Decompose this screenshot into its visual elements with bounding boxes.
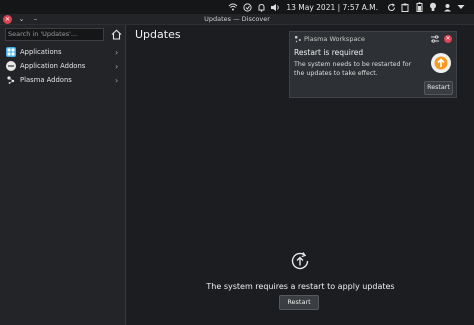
panel-datetime[interactable]: 13 May 2021 | 7:57 A.M.	[282, 3, 384, 12]
chevron-right-icon: ›	[115, 47, 119, 57]
search-input[interactable]: Search in 'Updates'...	[5, 28, 104, 41]
home-icon[interactable]	[110, 28, 123, 41]
system-panel: 13 May 2021 | 7:57 A.M.	[0, 0, 474, 14]
sidebar-item-applications[interactable]: Applications ›	[0, 45, 125, 59]
minimize-icon[interactable]: –	[31, 15, 40, 24]
sidebar-item-application-addons[interactable]: Application Addons ›	[0, 59, 125, 73]
notification-app-name: Plasma Workspace	[304, 35, 366, 43]
plasma-icon	[6, 75, 16, 85]
chevron-right-icon: ›	[115, 61, 119, 71]
restart-status-icon	[289, 250, 311, 274]
chevron-right-icon: ›	[115, 75, 119, 85]
notification-title: Restart is required	[294, 48, 364, 57]
chevron-down-icon[interactable]: ⌄	[17, 15, 26, 24]
notification-restart-button[interactable]: Restart	[424, 81, 453, 95]
addons-icon	[6, 61, 16, 71]
volume-icon[interactable]	[268, 0, 282, 14]
close-icon[interactable]: ✕	[444, 35, 452, 43]
sidebar-item-plasma-addons[interactable]: Plasma Addons ›	[0, 73, 125, 87]
restart-message: The system requires a restart to apply u…	[206, 282, 395, 291]
notification-body: The system needs to be restarted for the…	[294, 61, 412, 77]
sidebar-item-label: Plasma Addons	[20, 76, 72, 84]
sync-icon[interactable]	[384, 0, 398, 14]
battery-icon[interactable]	[412, 0, 426, 14]
settings-icon[interactable]	[430, 34, 440, 44]
window-titlebar[interactable]: Updates — Discover ✕ ⌄ –	[0, 14, 474, 25]
restart-button[interactable]: Restart	[279, 295, 319, 310]
window-title: Updates — Discover	[204, 15, 270, 23]
menu-down-icon[interactable]	[454, 0, 468, 14]
wifi-icon[interactable]	[226, 0, 240, 14]
notifications-icon[interactable]	[240, 0, 254, 14]
sidebar-item-label: Application Addons	[20, 62, 86, 70]
applications-icon	[6, 47, 16, 57]
restart-notification: Plasma Workspace ✕ Restart is required T…	[289, 31, 457, 98]
sidebar: Search in 'Updates'... Applications › Ap…	[0, 25, 126, 325]
clipboard-icon[interactable]	[398, 0, 412, 14]
bell-icon[interactable]	[254, 0, 268, 14]
page-title: Updates	[135, 28, 181, 41]
update-arrow-icon	[431, 53, 451, 73]
close-icon[interactable]: ✕	[3, 15, 12, 24]
bulb-icon[interactable]	[426, 0, 440, 14]
sidebar-item-label: Applications	[20, 48, 62, 56]
user-icon[interactable]	[440, 0, 454, 14]
plasma-icon	[294, 35, 302, 45]
